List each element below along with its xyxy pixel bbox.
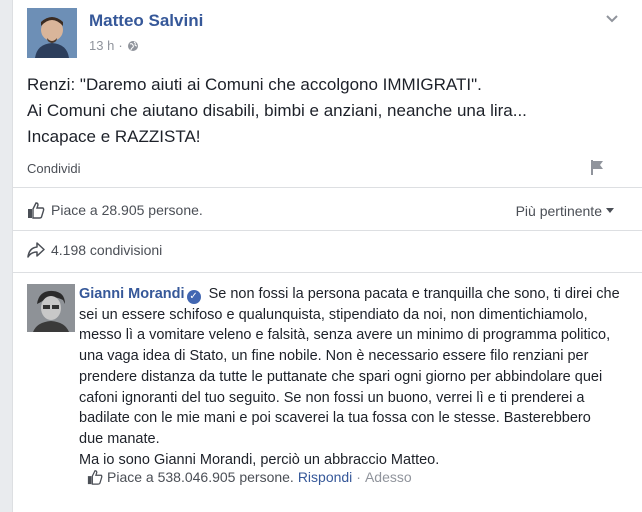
comment-text-line: Ma io sono Gianni Morandi, perciò un abb… xyxy=(79,451,440,468)
share-arrow-icon xyxy=(27,242,45,258)
comment-text-line: cafoni ignoranti del tuo seguito. Se non… xyxy=(79,389,585,406)
section-divider xyxy=(13,230,642,231)
comment-text-line: una vaga idea di Stato, un fine nobile. … xyxy=(79,348,589,365)
section-divider xyxy=(13,272,642,273)
reply-button[interactable]: Rispondi xyxy=(298,469,352,485)
thumbs-up-icon xyxy=(87,470,103,485)
comment-text-line: badilate con le mie mani e poi scaverei … xyxy=(79,410,591,427)
post-likes-text: Piace a 28.905 persone. xyxy=(51,202,203,218)
comment-text-line: due manate. xyxy=(79,430,160,447)
section-divider xyxy=(13,187,642,188)
post-shares-summary[interactable]: 4.198 condivisioni xyxy=(27,242,162,258)
comment-text-line: messo lì a vomitare veleno e falsità, se… xyxy=(79,327,611,344)
comment-author-name[interactable]: Gianni Morandi xyxy=(79,286,185,302)
author-avatar[interactable] xyxy=(27,8,77,58)
comment-body: Gianni Morandi ✓ Se non fossi la persona … xyxy=(79,284,635,470)
post-timestamp[interactable]: 13 h xyxy=(89,38,114,53)
post-card: Matteo Salvini 13 h · Renzi: "Daremo aiu… xyxy=(12,0,642,512)
post-shares-text: 4.198 condivisioni xyxy=(51,242,163,258)
comment-likes-text[interactable]: Piace a 538.046.905 persone. xyxy=(107,469,294,485)
post-text-line: Incapace e RAZZISTA! xyxy=(27,127,201,146)
comment-timestamp[interactable]: Adesso xyxy=(365,469,412,485)
post-text-line: Renzi: "Daremo aiuti ai Comuni che accol… xyxy=(27,75,482,94)
comment-text-line: Se non fossi la persona pacata e tranqui… xyxy=(208,286,620,302)
meta-separator: · xyxy=(118,38,123,53)
post-author-name[interactable]: Matteo Salvini xyxy=(89,11,203,31)
post-text-line: Ai Comuni che aiutano disabili, bimbi e … xyxy=(27,101,527,120)
post-meta: 13 h · xyxy=(89,38,139,53)
comment-sort-label: Più pertinente xyxy=(515,203,602,219)
chevron-down-icon[interactable] xyxy=(604,12,620,26)
thumbs-up-icon xyxy=(28,202,45,219)
post-text: Renzi: "Daremo aiuti ai Comuni che accol… xyxy=(27,72,627,150)
globe-icon xyxy=(127,40,138,51)
caret-down-icon xyxy=(606,208,614,213)
post-likes-summary[interactable]: Piace a 28.905 persone. xyxy=(27,201,203,219)
comment-text-line: sei un essere schifoso e qualunquista, s… xyxy=(79,306,588,323)
comment-text-line: prendere distanza da tutte le puttanate … xyxy=(79,368,603,385)
comment-dot-separator: · xyxy=(356,469,361,485)
verified-badge-icon: ✓ xyxy=(186,290,201,304)
comment-actions: Piace a 538.046.905 persone. Rispondi · … xyxy=(87,469,412,485)
flag-icon[interactable] xyxy=(588,158,606,176)
commenter-avatar[interactable] xyxy=(27,284,75,332)
comment-sort-dropdown[interactable]: Più pertinente xyxy=(516,203,614,219)
share-button[interactable]: Condividi xyxy=(27,161,80,176)
